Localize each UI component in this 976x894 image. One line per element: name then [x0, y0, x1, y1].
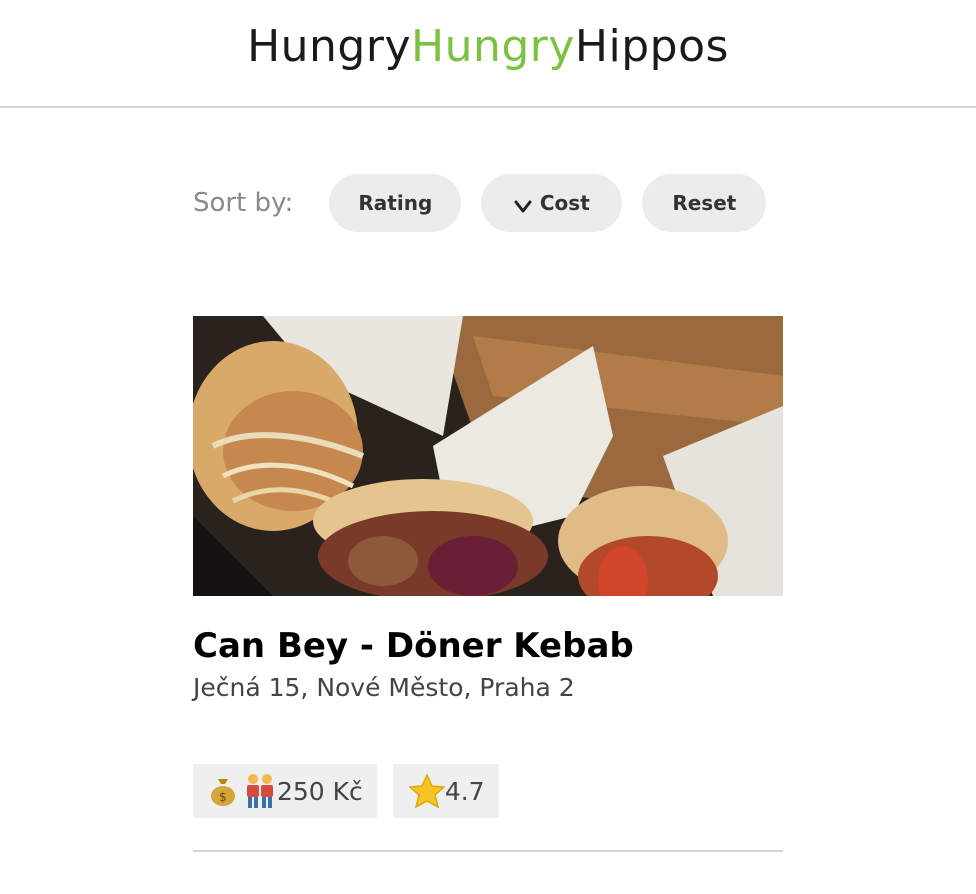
cost-value: 250 Kč	[277, 776, 363, 806]
sort-bar: Sort by: Rating Cost Reset	[193, 174, 786, 232]
star-icon	[408, 774, 445, 808]
logo-word-1: Hungry	[247, 21, 411, 72]
site-logo[interactable]: HungryHungryHippos	[247, 25, 729, 69]
restaurant-badges: $ 250 Kč 4.7	[193, 764, 783, 818]
sort-rating-button[interactable]: Rating	[329, 174, 462, 232]
chevron-down-icon	[514, 200, 532, 213]
card-divider	[193, 850, 783, 852]
sort-label: Sort by:	[193, 188, 294, 218]
sort-reset-button[interactable]: Reset	[642, 174, 767, 232]
restaurant-name[interactable]: Can Bey - Döner Kebab	[193, 626, 783, 666]
two-people-icon	[247, 774, 273, 808]
sort-reset-label: Reset	[672, 191, 737, 215]
money-bag-icon: $	[211, 779, 235, 806]
site-header: HungryHungryHippos	[0, 0, 976, 108]
restaurant-photo	[193, 316, 783, 596]
cost-badge: $ 250 Kč	[193, 764, 377, 818]
logo-word-2: Hungry	[410, 21, 575, 72]
sort-cost-button[interactable]: Cost	[481, 174, 623, 232]
rating-value: 4.7	[444, 776, 485, 806]
restaurant-card[interactable]: Can Bey - Döner Kebab Ječná 15, Nové Měs…	[193, 316, 783, 852]
sort-cost-label: Cost	[539, 191, 590, 215]
logo-word-3: Hippos	[574, 21, 729, 72]
svg-text:$: $	[219, 790, 227, 804]
rating-badge: 4.7	[392, 764, 499, 818]
sort-rating-label: Rating	[358, 191, 433, 215]
restaurant-address: Ječná 15, Nové Město, Praha 2	[193, 673, 575, 702]
